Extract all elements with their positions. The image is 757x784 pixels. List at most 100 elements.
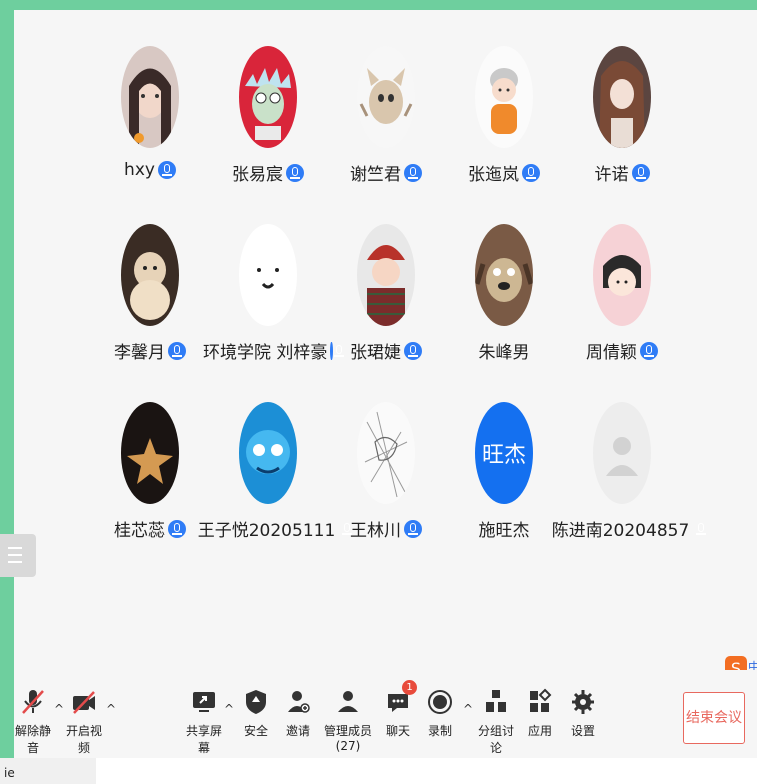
participant-tile[interactable]: 王子悦20205111 [198, 402, 353, 541]
star-plush-avatar [121, 402, 179, 504]
end-meeting-button[interactable]: 结束会议 [683, 692, 745, 744]
mic-on-icon [404, 163, 422, 182]
participant-name: 许诺 [594, 165, 629, 185]
record-label: 录制 [427, 724, 452, 738]
cartoon-cat-avatar [357, 46, 415, 148]
record-options-caret[interactable]: ^ [463, 702, 473, 716]
unmute-label: 解除静音 [14, 724, 51, 755]
participant-tile[interactable]: 陈进南20204857 [552, 402, 707, 541]
unmute-button[interactable]: 解除静音 [14, 688, 52, 756]
side-panel-toggle[interactable] [0, 534, 36, 577]
mic-on-icon [168, 519, 186, 538]
members-icon [335, 688, 361, 716]
participant-name: 施旺杰 [478, 521, 530, 541]
participant-tile[interactable]: 旺杰 施旺杰 [439, 402, 569, 541]
add-user-icon [285, 688, 311, 716]
participant-tile[interactable]: 许诺 [557, 46, 687, 185]
share-screen-icon [191, 688, 217, 716]
sketch-drawing-avatar [357, 402, 415, 504]
mic-on-icon [404, 341, 422, 360]
participant-name-row: 谢竺君 [321, 160, 451, 185]
participant-name-row: 王林川 [321, 516, 451, 541]
window-frame-top [0, 0, 757, 10]
chat-button[interactable]: 1 聊天 [384, 680, 417, 739]
settings-label: 设置 [570, 724, 595, 738]
mic-on-icon [404, 519, 422, 538]
participant-tile[interactable]: 谢竺君 [321, 46, 451, 185]
participant-tile[interactable]: 张珺婕 [321, 224, 451, 363]
start-video-button[interactable]: 开启视频 [64, 688, 104, 756]
record-icon [427, 688, 453, 716]
participant-name: 桂芯蕊 [114, 521, 165, 541]
video-options-caret[interactable]: ^ [106, 702, 116, 716]
participant-tile[interactable]: 张易宸 [203, 46, 333, 185]
record-button[interactable]: 录制 [426, 688, 454, 739]
mic-on-icon [168, 341, 186, 360]
participant-name-row: 朱峰男 [439, 338, 569, 363]
share-options-caret[interactable]: ^ [224, 702, 234, 716]
participant-name: 张珺婕 [350, 343, 401, 363]
participant-name-row: 环境学院 刘梓豪 [203, 338, 343, 363]
participant-tile[interactable]: 周倩颖 [557, 224, 687, 363]
security-button[interactable]: 安全 [242, 688, 270, 739]
audio-options-caret[interactable]: ^ [54, 702, 64, 716]
blue-cartoon-avatar [239, 402, 297, 504]
breakout-icon [483, 688, 509, 716]
mic-on-icon [522, 163, 540, 182]
participant-tile[interactable]: 环境学院 刘梓豪 [203, 224, 343, 363]
breakout-label: 分组讨论 [477, 724, 514, 755]
participant-name-row: 许诺 [557, 160, 687, 185]
participant-name: 周倩颖 [586, 343, 637, 363]
participant-name: hxy [124, 160, 155, 180]
mic-muted-icon [20, 688, 46, 716]
participant-name-row: 桂芯蕊 [85, 516, 215, 541]
shield-icon [243, 688, 269, 716]
start-video-label: 开启视频 [65, 724, 102, 755]
participant-tile[interactable]: 朱峰男 [439, 224, 569, 363]
participant-name: 环境学院 刘梓豪 [203, 343, 328, 363]
cartoon-dog-avatar [475, 224, 533, 326]
participant-name: 王子悦20205111 [197, 521, 336, 541]
participants-gallery: hxy 张易宸 谢竺君 张迤岚 许诺 李馨月 环境学院 刘梓豪 张珺婕 朱峰男 … [14, 10, 757, 670]
participant-name-row: 周倩颖 [557, 338, 687, 363]
mic-on-icon [631, 163, 650, 182]
bottom-content-area [96, 758, 757, 784]
invite-label: 邀请 [285, 724, 310, 738]
cartoon-boy-avatar [475, 46, 533, 148]
breakout-rooms-button[interactable]: 分组讨论 [476, 688, 516, 756]
participant-name-row: hxy [85, 160, 215, 180]
participant-name: 王林川 [350, 521, 401, 541]
participant-name-row: 陈进南20204857 [552, 516, 707, 541]
participant-tile[interactable]: 张迤岚 [439, 46, 569, 185]
participant-name-row: 张迤岚 [439, 160, 569, 185]
invite-button[interactable]: 邀请 [284, 688, 312, 739]
cartoon-scientist-avatar [239, 46, 297, 148]
participant-name: 陈进南20204857 [551, 521, 690, 541]
apps-button[interactable]: 应用 [526, 688, 554, 739]
video-off-icon [71, 688, 97, 716]
participant-tile[interactable]: 桂芯蕊 [85, 402, 215, 541]
participant-tile[interactable]: hxy [85, 46, 215, 180]
meeting-toolbar: 解除静音 ^ 开启视频 ^ 共享屏幕 ^ 安全 邀请 管理成员(27) 1 聊天… [14, 670, 757, 758]
apps-icon [527, 688, 553, 716]
manage-members-button[interactable]: 管理成员(27) [318, 688, 378, 753]
settings-button[interactable]: 设置 [569, 688, 597, 739]
participant-name: 朱峰男 [478, 343, 530, 363]
cartoon-boy-hat-avatar [357, 224, 415, 326]
participant-name-row: 李馨月 [85, 338, 215, 363]
share-screen-label: 共享屏幕 [185, 724, 222, 755]
participant-name-row: 施旺杰 [439, 516, 569, 541]
participant-name: 李馨月 [114, 343, 165, 363]
text-initials-avatar: 旺杰 [475, 402, 533, 504]
cartoon-girl-avatar [593, 224, 651, 326]
participant-tile[interactable]: 王林川 [321, 402, 451, 541]
chat-label: 聊天 [385, 724, 410, 738]
participant-name: 张迤岚 [468, 165, 519, 185]
share-screen-button[interactable]: 共享屏幕 [184, 688, 224, 756]
smiley-face-avatar [239, 224, 297, 326]
participant-tile[interactable]: 李馨月 [85, 224, 215, 363]
bottom-text: ie [4, 766, 15, 780]
window-frame-left [0, 0, 14, 784]
participant-name: 谢竺君 [350, 165, 401, 185]
participant-name-row: 张珺婕 [321, 338, 451, 363]
